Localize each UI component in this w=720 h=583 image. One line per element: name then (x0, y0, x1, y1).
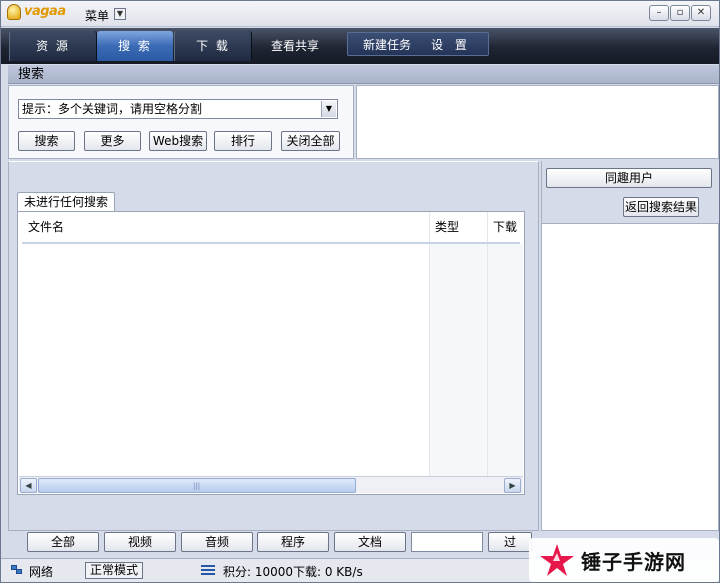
filter-audio-button[interactable]: 音频 (181, 532, 253, 552)
window-controls: – ▫ ✕ (649, 5, 711, 21)
logo-text: vagaa (24, 4, 66, 19)
similar-users-button[interactable]: 同趣用户 (546, 168, 712, 188)
network-status: 网络 (29, 565, 54, 579)
scroll-thumb[interactable]: ||| (38, 478, 356, 493)
section-title: 搜索 (8, 65, 719, 84)
stats-icon (201, 565, 215, 576)
results-tab[interactable]: 未进行任何搜索 (17, 192, 116, 212)
bulb-icon (7, 4, 21, 20)
app-logo: vagaa (7, 4, 69, 22)
grip-icon: ||| (193, 482, 201, 490)
filter-program-button[interactable]: 程序 (257, 532, 329, 552)
settings-button[interactable]: 设 置 (423, 30, 479, 60)
search-info-area (356, 85, 719, 159)
menu-label[interactable]: 菜单 (85, 7, 109, 24)
watermark-text: 锤子手游网 (581, 550, 686, 574)
column-downloads[interactable]: 下载 (487, 212, 525, 242)
star-logo-icon (540, 544, 574, 576)
download-speed: 下载: 0 KB/s (293, 565, 363, 579)
network-icon (11, 565, 23, 575)
watermark: 锤子手游网 (529, 538, 719, 582)
filter-all-button[interactable]: 全部 (27, 532, 99, 552)
tab-search[interactable]: 搜 索 (97, 31, 173, 61)
scroll-right-icon[interactable]: ▶ (504, 478, 521, 493)
filter-document-button[interactable]: 文档 (334, 532, 406, 552)
main-nav: 资 源 搜 索 下 载 查看共享 新建任务 设 置 (1, 28, 719, 64)
user-list (541, 223, 719, 531)
web-search-button[interactable]: Web搜索 (149, 131, 207, 151)
filter-input[interactable] (411, 532, 483, 552)
ranking-button[interactable]: 排行 (214, 131, 272, 151)
back-to-results-button[interactable]: 返回搜索结果 (623, 197, 699, 217)
close-all-button[interactable]: 关闭全部 (281, 131, 340, 151)
points-status: 积分: 10000 (223, 565, 294, 579)
search-panel: 提示：多个关键词，请用空格分割 ▼ 搜索 更多 Web搜索 排行 关闭全部 (8, 85, 354, 159)
results-table: 文件名 类型 下载 ◀ ||| ▶ (17, 211, 525, 495)
app-window: vagaa 菜单 ▼ – ▫ ✕ 资 源 搜 索 下 载 查看共享 新建任务 设… (0, 0, 720, 583)
horizontal-scrollbar[interactable]: ◀ ||| ▶ (19, 476, 523, 493)
mode-toggle[interactable]: 正常模式 (85, 562, 143, 579)
downloads-column-body (488, 244, 523, 476)
search-input[interactable]: 提示：多个关键词，请用空格分割 ▼ (18, 99, 338, 119)
chevron-down-icon[interactable]: ▼ (321, 101, 336, 117)
maximize-icon[interactable]: ▫ (670, 5, 690, 21)
type-column-body (430, 244, 487, 476)
chevron-down-icon[interactable]: ▼ (114, 8, 126, 20)
tab-resources[interactable]: 资 源 (9, 31, 97, 61)
title-bar: vagaa 菜单 ▼ – ▫ ✕ (1, 1, 719, 27)
close-icon[interactable]: ✕ (691, 5, 711, 21)
more-button[interactable]: 更多 (84, 131, 141, 151)
new-task-button[interactable]: 新建任务 (355, 30, 419, 60)
filter-video-button[interactable]: 视频 (104, 532, 176, 552)
scroll-left-icon[interactable]: ◀ (20, 478, 37, 493)
column-filename[interactable]: 文件名 (22, 212, 428, 242)
search-hint: 提示：多个关键词，请用空格分割 (22, 102, 203, 116)
filter-go-button[interactable]: 过 (488, 532, 532, 552)
search-button[interactable]: 搜索 (18, 131, 75, 151)
column-type[interactable]: 类型 (429, 212, 487, 242)
tab-downloads[interactable]: 下 载 (174, 31, 252, 61)
tab-view-shares[interactable]: 查看共享 (257, 31, 333, 61)
minimize-icon[interactable]: – (649, 5, 669, 21)
